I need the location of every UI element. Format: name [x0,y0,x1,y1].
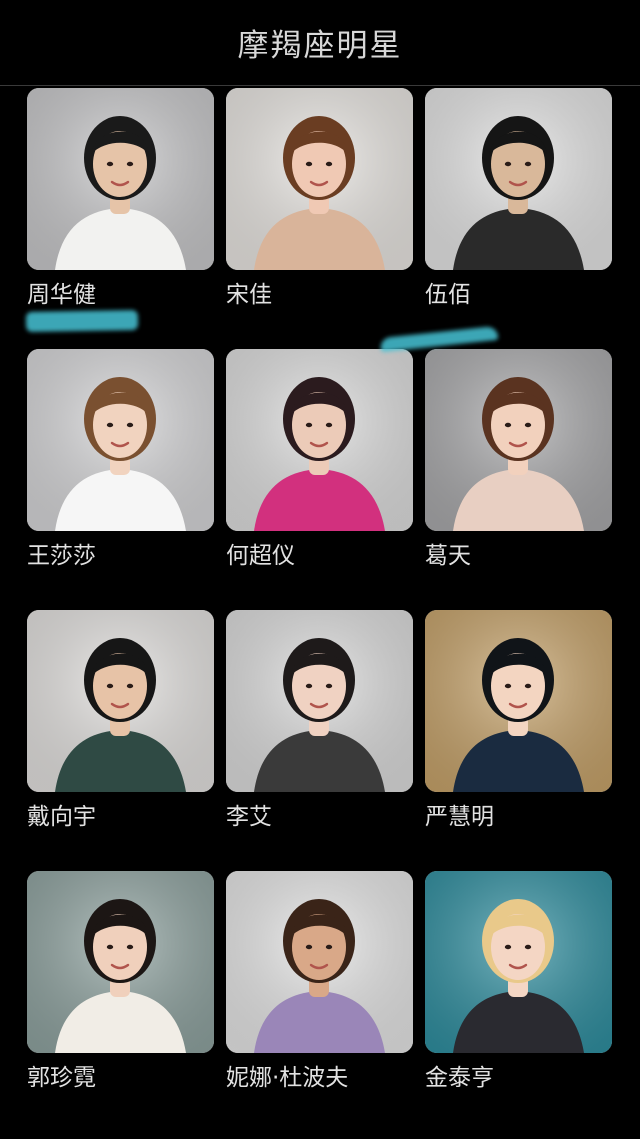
star-name[interactable]: 宋佳 [226,281,272,309]
eye-shape [504,944,512,950]
portrait-illustration [425,349,612,531]
star-grid: 周华健 宋佳 伍佰 王莎莎 何超仪 葛天 戴向宇 李艾 严慧明 郭珍霓 妮娜·杜… [27,88,613,1132]
eye-shape [504,683,512,689]
star-name[interactable]: 严慧明 [425,803,494,831]
star-card[interactable]: 戴向宇 [27,610,214,871]
eye-shape [504,161,512,167]
screen: 摩羯座明星 周华健 宋佳 伍佰 王莎莎 何超仪 葛天 戴向宇 李艾 严慧明 郭珍… [0,0,640,1139]
eye-shape [524,944,532,950]
eye-shape [524,683,532,689]
eye-shape [325,944,333,950]
person-photo[interactable] [27,610,214,792]
decorative-streak [25,310,139,332]
eye-shape [106,683,114,689]
star-name[interactable]: 戴向宇 [27,803,96,831]
eye-shape [305,944,313,950]
person-photo[interactable] [425,349,612,531]
eye-shape [305,422,313,428]
eye-shape [305,683,313,689]
portrait-illustration [425,871,612,1053]
portrait-illustration [226,88,413,270]
eye-shape [126,161,134,167]
star-name[interactable]: 郭珍霓 [27,1064,96,1092]
page-title: 摩羯座明星 [237,28,403,64]
star-card[interactable]: 妮娜·杜波夫 [226,871,413,1132]
star-card[interactable]: 何超仪 [226,349,413,610]
star-card[interactable]: 葛天 [425,349,612,610]
star-name[interactable]: 何超仪 [226,542,295,570]
eye-shape [325,422,333,428]
star-name[interactable]: 伍佰 [425,281,471,309]
person-photo[interactable] [425,88,612,270]
eye-shape [106,161,114,167]
person-photo[interactable] [226,349,413,531]
portrait-illustration [226,871,413,1053]
portrait-illustration [226,349,413,531]
eye-shape [325,161,333,167]
star-card[interactable]: 郭珍霓 [27,871,214,1132]
header-bar: 摩羯座明星 [0,0,640,86]
star-card[interactable]: 金泰亨 [425,871,612,1132]
star-card[interactable]: 李艾 [226,610,413,871]
portrait-illustration [27,610,214,792]
star-card[interactable]: 宋佳 [226,88,413,349]
star-card[interactable]: 严慧明 [425,610,612,871]
star-card[interactable]: 王莎莎 [27,349,214,610]
star-name[interactable]: 王莎莎 [27,542,96,570]
person-photo[interactable] [226,610,413,792]
person-photo[interactable] [27,88,214,270]
eye-shape [504,422,512,428]
star-name[interactable]: 李艾 [226,803,272,831]
eye-shape [325,683,333,689]
person-photo[interactable] [27,349,214,531]
person-photo[interactable] [425,871,612,1053]
star-name[interactable]: 金泰亨 [425,1064,494,1092]
person-photo[interactable] [226,871,413,1053]
person-photo[interactable] [226,88,413,270]
eye-shape [106,422,114,428]
eye-shape [126,683,134,689]
eye-shape [524,161,532,167]
portrait-illustration [425,88,612,270]
person-photo[interactable] [425,610,612,792]
portrait-illustration [27,871,214,1053]
portrait-illustration [27,349,214,531]
eye-shape [126,422,134,428]
eye-shape [524,422,532,428]
eye-shape [126,944,134,950]
star-name[interactable]: 妮娜·杜波夫 [226,1064,348,1092]
eye-shape [305,161,313,167]
star-name[interactable]: 葛天 [425,542,471,570]
star-name[interactable]: 周华健 [27,281,96,309]
eye-shape [106,944,114,950]
person-photo[interactable] [27,871,214,1053]
portrait-illustration [425,610,612,792]
portrait-illustration [27,88,214,270]
star-card[interactable]: 伍佰 [425,88,612,349]
portrait-illustration [226,610,413,792]
